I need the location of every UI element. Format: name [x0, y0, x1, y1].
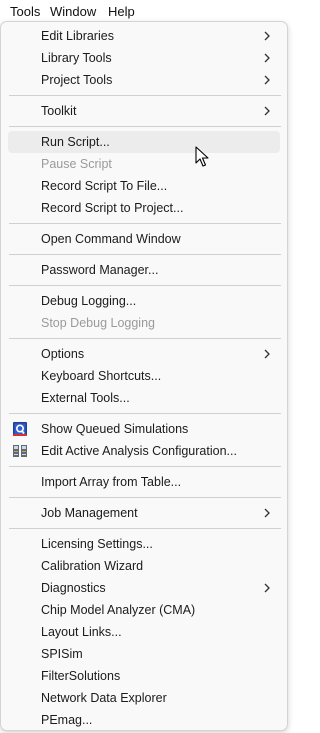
menu-item-calibration-wizard[interactable]: Calibration Wizard: [8, 555, 280, 577]
menu-item-label: Stop Debug Logging: [41, 316, 155, 330]
menu-separator: [1, 281, 287, 290]
menu-separator: [1, 122, 287, 131]
menu-item-label: Network Data Explorer: [41, 691, 167, 705]
menu-item-chip-model-analyzer[interactable]: Chip Model Analyzer (CMA): [8, 599, 280, 621]
menu-separator: [1, 409, 287, 418]
menu-separator: [1, 334, 287, 343]
menu-item-label: Show Queued Simulations: [41, 422, 189, 436]
menu-item-label: Record Script to Project...: [41, 201, 184, 215]
menu-item-edit-active-analysis-configuration[interactable]: Edit Active Analysis Configuration...: [8, 440, 280, 462]
menu-item-label: Layout Links...: [41, 625, 122, 639]
menu-tools[interactable]: Tools: [10, 4, 40, 20]
menu-item-project-tools[interactable]: Project Tools: [8, 69, 280, 91]
menu-item-label: PEmag...: [41, 713, 93, 727]
menu-item-edit-libraries[interactable]: Edit Libraries: [8, 25, 280, 47]
menu-item-licensing-settings[interactable]: Licensing Settings...: [8, 533, 280, 555]
tools-dropdown-menu: Edit Libraries Library Tools Project Too…: [0, 21, 288, 731]
menu-separator: [1, 524, 287, 533]
menu-separator: [1, 91, 287, 100]
chevron-right-icon: [264, 508, 270, 518]
chevron-right-icon: [264, 31, 270, 41]
menu-separator: [1, 462, 287, 471]
menu-item-label: Run Script...: [41, 135, 110, 149]
menu-item-label: FilterSolutions: [41, 669, 121, 683]
menu-item-record-script-to-file[interactable]: Record Script To File...: [8, 175, 280, 197]
menu-separator: [1, 219, 287, 228]
menu-item-label: Diagnostics: [41, 581, 106, 595]
menu-item-layout-links[interactable]: Layout Links...: [8, 621, 280, 643]
menu-item-toolkit[interactable]: Toolkit: [8, 100, 280, 122]
menu-item-label: Pause Script: [41, 157, 112, 171]
menu-item-password-manager[interactable]: Password Manager...: [8, 259, 280, 281]
menu-item-label: Calibration Wizard: [41, 559, 144, 573]
menu-item-label: External Tools...: [41, 391, 130, 405]
menu-item-label: Chip Model Analyzer (CMA): [41, 603, 196, 617]
menu-item-external-tools[interactable]: External Tools...: [8, 387, 280, 409]
menu-item-open-command-window[interactable]: Open Command Window: [8, 228, 280, 250]
menu-item-label: Library Tools: [41, 51, 112, 65]
chevron-right-icon: [264, 53, 270, 63]
menu-item-record-script-to-project[interactable]: Record Script to Project...: [8, 197, 280, 219]
menu-item-label: Licensing Settings...: [41, 537, 153, 551]
menu-item-filtersolutions[interactable]: FilterSolutions: [8, 665, 280, 687]
menu-item-library-tools[interactable]: Library Tools: [8, 47, 280, 69]
menu-item-label: SPISim: [41, 647, 83, 661]
menu-item-options[interactable]: Options: [8, 343, 280, 365]
menu-item-show-queued-simulations[interactable]: Show Queued Simulations: [8, 418, 280, 440]
chevron-right-icon: [264, 75, 270, 85]
tools-menu-list: Edit Libraries Library Tools Project Too…: [1, 25, 287, 731]
menu-item-pause-script: Pause Script: [8, 153, 280, 175]
menu-item-spisim[interactable]: SPISim: [8, 643, 280, 665]
chevron-right-icon: [264, 106, 270, 116]
menu-item-job-management[interactable]: Job Management: [8, 502, 280, 524]
menu-item-label: Edit Active Analysis Configuration...: [41, 444, 237, 458]
menu-item-label: Job Management: [41, 506, 138, 520]
analysis-configuration-icon: [13, 445, 27, 457]
chevron-right-icon: [264, 349, 270, 359]
menu-window[interactable]: Window: [50, 4, 96, 20]
menu-item-import-array-from-table[interactable]: Import Array from Table...: [8, 471, 280, 493]
menu-item-label: Keyboard Shortcuts...: [41, 369, 162, 383]
menu-item-label: Import Array from Table...: [41, 475, 182, 489]
menu-item-stop-debug-logging: Stop Debug Logging: [8, 312, 280, 334]
menu-item-debug-logging[interactable]: Debug Logging...: [8, 290, 280, 312]
menu-separator: [1, 493, 287, 502]
menu-help[interactable]: Help: [108, 4, 135, 20]
menu-item-network-data-explorer[interactable]: Network Data Explorer: [8, 687, 280, 709]
menu-item-label: Open Command Window: [41, 232, 181, 246]
mouse-pointer-icon: [195, 146, 209, 167]
menu-item-label: Record Script To File...: [41, 179, 168, 193]
menu-separator: [1, 250, 287, 259]
menu-item-pemag[interactable]: PEmag...: [8, 709, 280, 731]
menu-item-keyboard-shortcuts[interactable]: Keyboard Shortcuts...: [8, 365, 280, 387]
menu-item-diagnostics[interactable]: Diagnostics: [8, 577, 280, 599]
menu-item-run-script[interactable]: Run Script...: [8, 131, 280, 153]
queued-simulations-icon: [13, 422, 27, 436]
menu-item-label: Password Manager...: [41, 263, 159, 277]
chevron-right-icon: [264, 583, 270, 593]
menu-item-label: Edit Libraries: [41, 29, 114, 43]
menu-item-label: Toolkit: [41, 104, 77, 118]
menu-item-label: Options: [41, 347, 85, 361]
menu-item-label: Debug Logging...: [41, 294, 137, 308]
menu-item-label: Project Tools: [41, 73, 113, 87]
